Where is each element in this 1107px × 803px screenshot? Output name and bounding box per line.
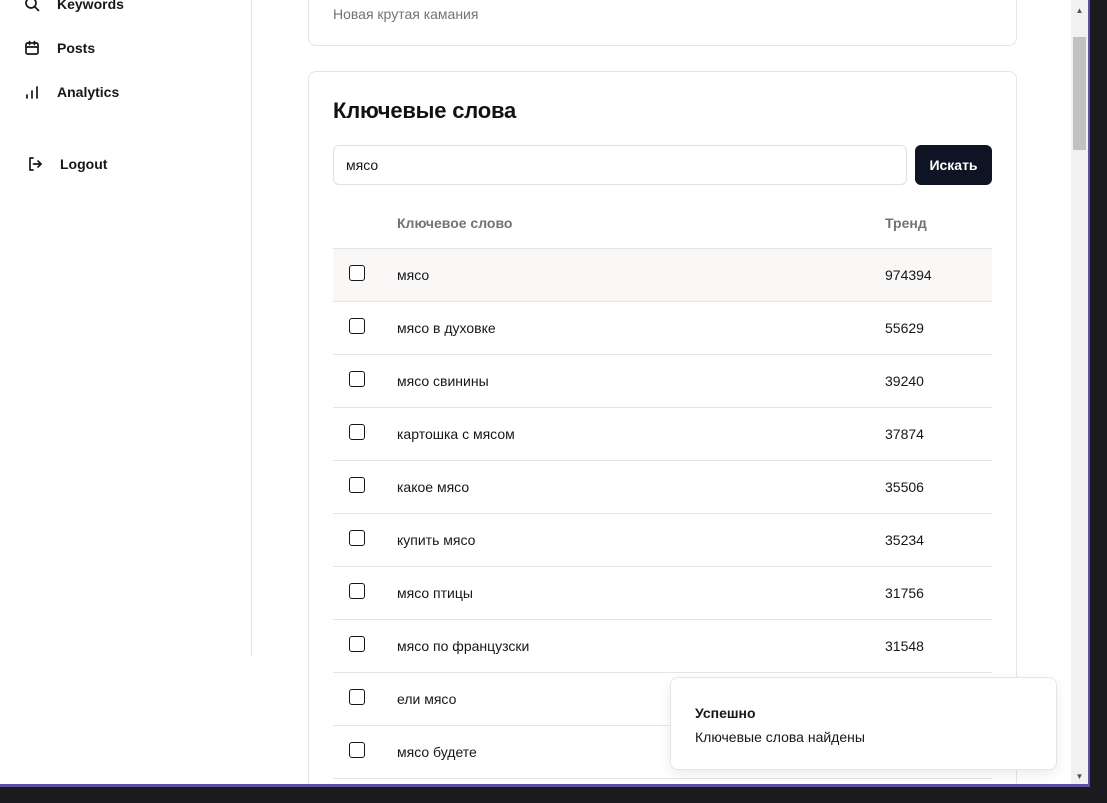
row-checkbox[interactable]: [349, 636, 365, 652]
page-scrollbar[interactable]: ▲ ▼: [1071, 0, 1088, 784]
row-checkbox[interactable]: [349, 530, 365, 546]
column-header-trend: Тренд: [885, 215, 927, 231]
logout-label: Logout: [60, 156, 108, 172]
success-toast[interactable]: Успешно Ключевые слова найдены: [670, 677, 1057, 770]
toast-message: Ключевые слова найдены: [695, 729, 865, 745]
column-header-keyword: Ключевое слово: [397, 215, 513, 231]
calendar-icon: [24, 40, 40, 56]
logout-icon: [27, 156, 43, 172]
campaign-subtitle: Новая крутая камания: [333, 6, 479, 22]
sidebar-item-label: Analytics: [57, 84, 120, 100]
keyword-cell: мясо по французски: [397, 638, 530, 654]
table-header: Ключевое слово Тренд: [333, 198, 992, 249]
trend-cell: 37874: [885, 426, 924, 442]
trend-cell: 974394: [885, 267, 932, 283]
scroll-down-arrow-icon[interactable]: ▼: [1071, 768, 1088, 784]
trend-cell: 35234: [885, 532, 924, 548]
row-checkbox[interactable]: [349, 424, 365, 440]
scroll-up-arrow-icon[interactable]: ▲: [1071, 2, 1088, 19]
sidebar-item-label: Posts: [57, 40, 96, 56]
search-button[interactable]: Искать: [915, 145, 992, 185]
keyword-cell: какое мясо: [397, 479, 470, 495]
bar-chart-icon: [24, 84, 40, 100]
table-row[interactable]: купить мясо 35234: [333, 514, 992, 567]
trend-cell: 55629: [885, 320, 924, 336]
trend-cell: 35506: [885, 479, 924, 495]
trend-cell: 31756: [885, 585, 924, 601]
logout-button[interactable]: Logout: [27, 156, 107, 172]
trend-cell: 39240: [885, 373, 924, 389]
keyword-search-input[interactable]: [333, 145, 907, 185]
table-row[interactable]: картошка с мясом 37874: [333, 408, 992, 461]
keyword-cell: мясо: [397, 267, 430, 283]
toast-title: Успешно: [695, 705, 756, 721]
campaign-card: Новая крутая камания: [308, 0, 1017, 46]
keywords-title: Ключевые слова: [333, 98, 517, 123]
row-checkbox[interactable]: [349, 265, 365, 281]
keyword-cell: картошка с мясом: [397, 426, 515, 442]
row-checkbox[interactable]: [349, 583, 365, 599]
scrollbar-thumb[interactable]: [1073, 37, 1086, 150]
sidebar-item-analytics[interactable]: Analytics: [24, 84, 119, 100]
table-row[interactable]: мясо птицы 31756: [333, 567, 992, 620]
row-checkbox[interactable]: [349, 689, 365, 705]
row-checkbox[interactable]: [349, 318, 365, 334]
row-checkbox[interactable]: [349, 371, 365, 387]
keyword-cell: купить мясо: [397, 532, 476, 548]
table-row[interactable]: мясо свинины 39240: [333, 355, 992, 408]
sidebar-item-posts[interactable]: Posts: [24, 40, 95, 56]
keyword-cell: мясо свинины: [397, 373, 489, 389]
sidebar: Keywords Posts Analytics Logout: [0, 0, 252, 656]
table-row[interactable]: мясо по французски 31548: [333, 620, 992, 673]
table-row[interactable]: мясо 974394: [333, 249, 992, 302]
app-window: Keywords Posts Analytics Logout Новая кр…: [0, 0, 1090, 787]
search-icon: [24, 0, 40, 12]
trend-cell: 31548: [885, 638, 924, 654]
row-checkbox[interactable]: [349, 477, 365, 493]
table-row[interactable]: какое мясо 35506: [333, 461, 992, 514]
row-checkbox[interactable]: [349, 742, 365, 758]
table-row[interactable]: мясо в духовке 55629: [333, 302, 992, 355]
sidebar-item-label: Keywords: [57, 0, 124, 12]
keyword-cell: мясо в духовке: [397, 320, 496, 336]
sidebar-item-keywords[interactable]: Keywords: [24, 0, 124, 12]
keyword-cell: мясо птицы: [397, 585, 473, 601]
